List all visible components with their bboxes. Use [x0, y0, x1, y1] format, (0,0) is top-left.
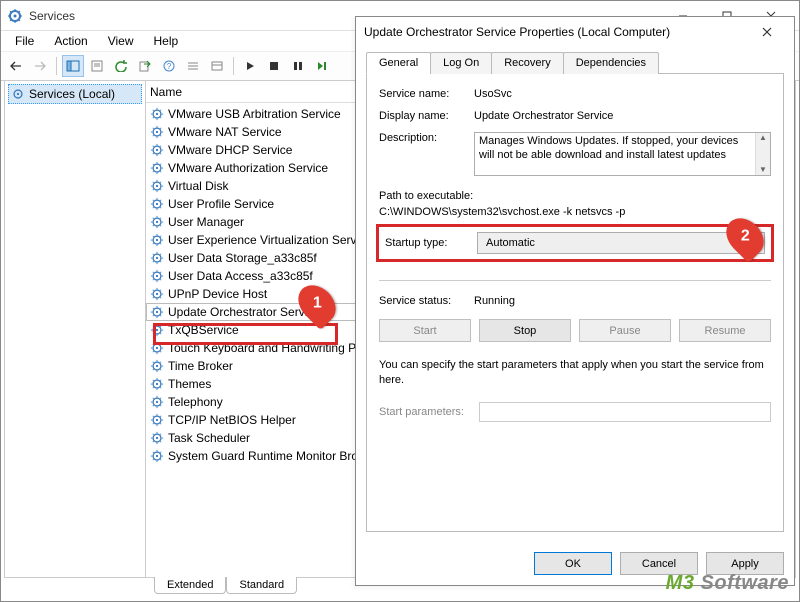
value-service-status: Running [474, 295, 771, 307]
service-name-text: UPnP Device Host [168, 287, 267, 301]
menu-view[interactable]: View [98, 32, 144, 50]
show-hide-tree-button[interactable] [62, 55, 84, 77]
service-name-text: User Manager [168, 215, 244, 229]
service-name-text: VMware USB Arbitration Service [168, 107, 341, 121]
service-name-text: Task Scheduler [168, 431, 250, 445]
service-name-text: Virtual Disk [168, 179, 228, 193]
service-name-text: VMware Authorization Service [168, 161, 328, 175]
restart-service-button[interactable] [311, 55, 333, 77]
start-button: Start [379, 319, 471, 342]
dialog-titlebar: Update Orchestrator Service Properties (… [356, 17, 794, 47]
service-name-text: Update Orchestrator Service [168, 305, 320, 319]
tab-logon[interactable]: Log On [430, 52, 492, 74]
tab-extended[interactable]: Extended [154, 577, 226, 594]
watermark: M3 Software [666, 572, 789, 595]
service-name-text: Telephony [168, 395, 223, 409]
service-name-text: VMware NAT Service [168, 125, 282, 139]
dialog-title: Update Orchestrator Service Properties (… [364, 25, 748, 39]
service-name-text: User Data Access_a33c85f [168, 269, 313, 283]
detail-view-button[interactable] [206, 55, 228, 77]
separator [379, 280, 771, 281]
select-startup-type[interactable]: Automatic [477, 232, 765, 254]
annotation-highlight-2: Startup type: Automatic [376, 224, 774, 262]
tab-recovery[interactable]: Recovery [491, 52, 563, 74]
export-button[interactable] [134, 55, 156, 77]
properties-dialog: Update Orchestrator Service Properties (… [355, 16, 795, 586]
explain-text: You can specify the start parameters tha… [379, 358, 771, 388]
label-description: Description: [379, 132, 474, 144]
tab-dependencies[interactable]: Dependencies [563, 52, 659, 74]
value-description: Manages Windows Updates. If stopped, you… [479, 135, 738, 161]
start-service-button[interactable] [239, 55, 261, 77]
service-name-text: VMware DHCP Service [168, 143, 292, 157]
label-start-parameters: Start parameters: [379, 406, 479, 418]
tab-general[interactable]: General [366, 52, 431, 74]
svg-text:?: ? [167, 62, 172, 71]
tree-root-label: Services (Local) [29, 87, 115, 101]
service-name-text: User Experience Virtualization Service [168, 233, 372, 247]
label-path-exec: Path to executable: [379, 190, 771, 202]
forward-button[interactable] [29, 55, 51, 77]
description-scrollbar[interactable]: ▲▼ [755, 133, 770, 175]
list-view-button[interactable] [182, 55, 204, 77]
console-tree[interactable]: Services (Local) [4, 81, 146, 577]
description-box[interactable]: Manages Windows Updates. If stopped, you… [474, 132, 771, 176]
resume-button: Resume [679, 319, 771, 342]
service-name-text: Time Broker [168, 359, 233, 373]
refresh-button[interactable] [110, 55, 132, 77]
service-name-text: TxQBService [168, 323, 239, 337]
menu-file[interactable]: File [5, 32, 44, 50]
service-name-text: TCP/IP NetBIOS Helper [168, 413, 296, 427]
back-button[interactable] [5, 55, 27, 77]
ok-button[interactable]: OK [534, 552, 612, 575]
tab-standard[interactable]: Standard [226, 577, 297, 594]
label-service-status: Service status: [379, 295, 474, 307]
service-name-text: Themes [168, 377, 211, 391]
service-name-text: User Data Storage_a33c85f [168, 251, 317, 265]
label-service-name: Service name: [379, 88, 474, 100]
tree-root-item[interactable]: Services (Local) [8, 84, 142, 104]
input-start-parameters [479, 402, 771, 422]
label-startup-type: Startup type: [385, 237, 477, 249]
value-service-name: UsoSvc [474, 88, 771, 100]
value-display-name: Update Orchestrator Service [474, 110, 771, 122]
stop-button[interactable]: Stop [479, 319, 571, 342]
pause-button: Pause [579, 319, 671, 342]
service-name-text: System Guard Runtime Monitor Broker [168, 449, 375, 463]
dialog-close-button[interactable] [748, 24, 786, 40]
menu-action[interactable]: Action [44, 32, 97, 50]
service-name-text: User Profile Service [168, 197, 274, 211]
pause-service-button[interactable] [287, 55, 309, 77]
help-button[interactable]: ? [158, 55, 180, 77]
properties-button[interactable] [86, 55, 108, 77]
value-path-exec: C:\WINDOWS\system32\svchost.exe -k netsv… [379, 206, 771, 218]
label-display-name: Display name: [379, 110, 474, 122]
services-icon [7, 8, 23, 24]
menu-help[interactable]: Help [144, 32, 189, 50]
stop-service-button[interactable] [263, 55, 285, 77]
